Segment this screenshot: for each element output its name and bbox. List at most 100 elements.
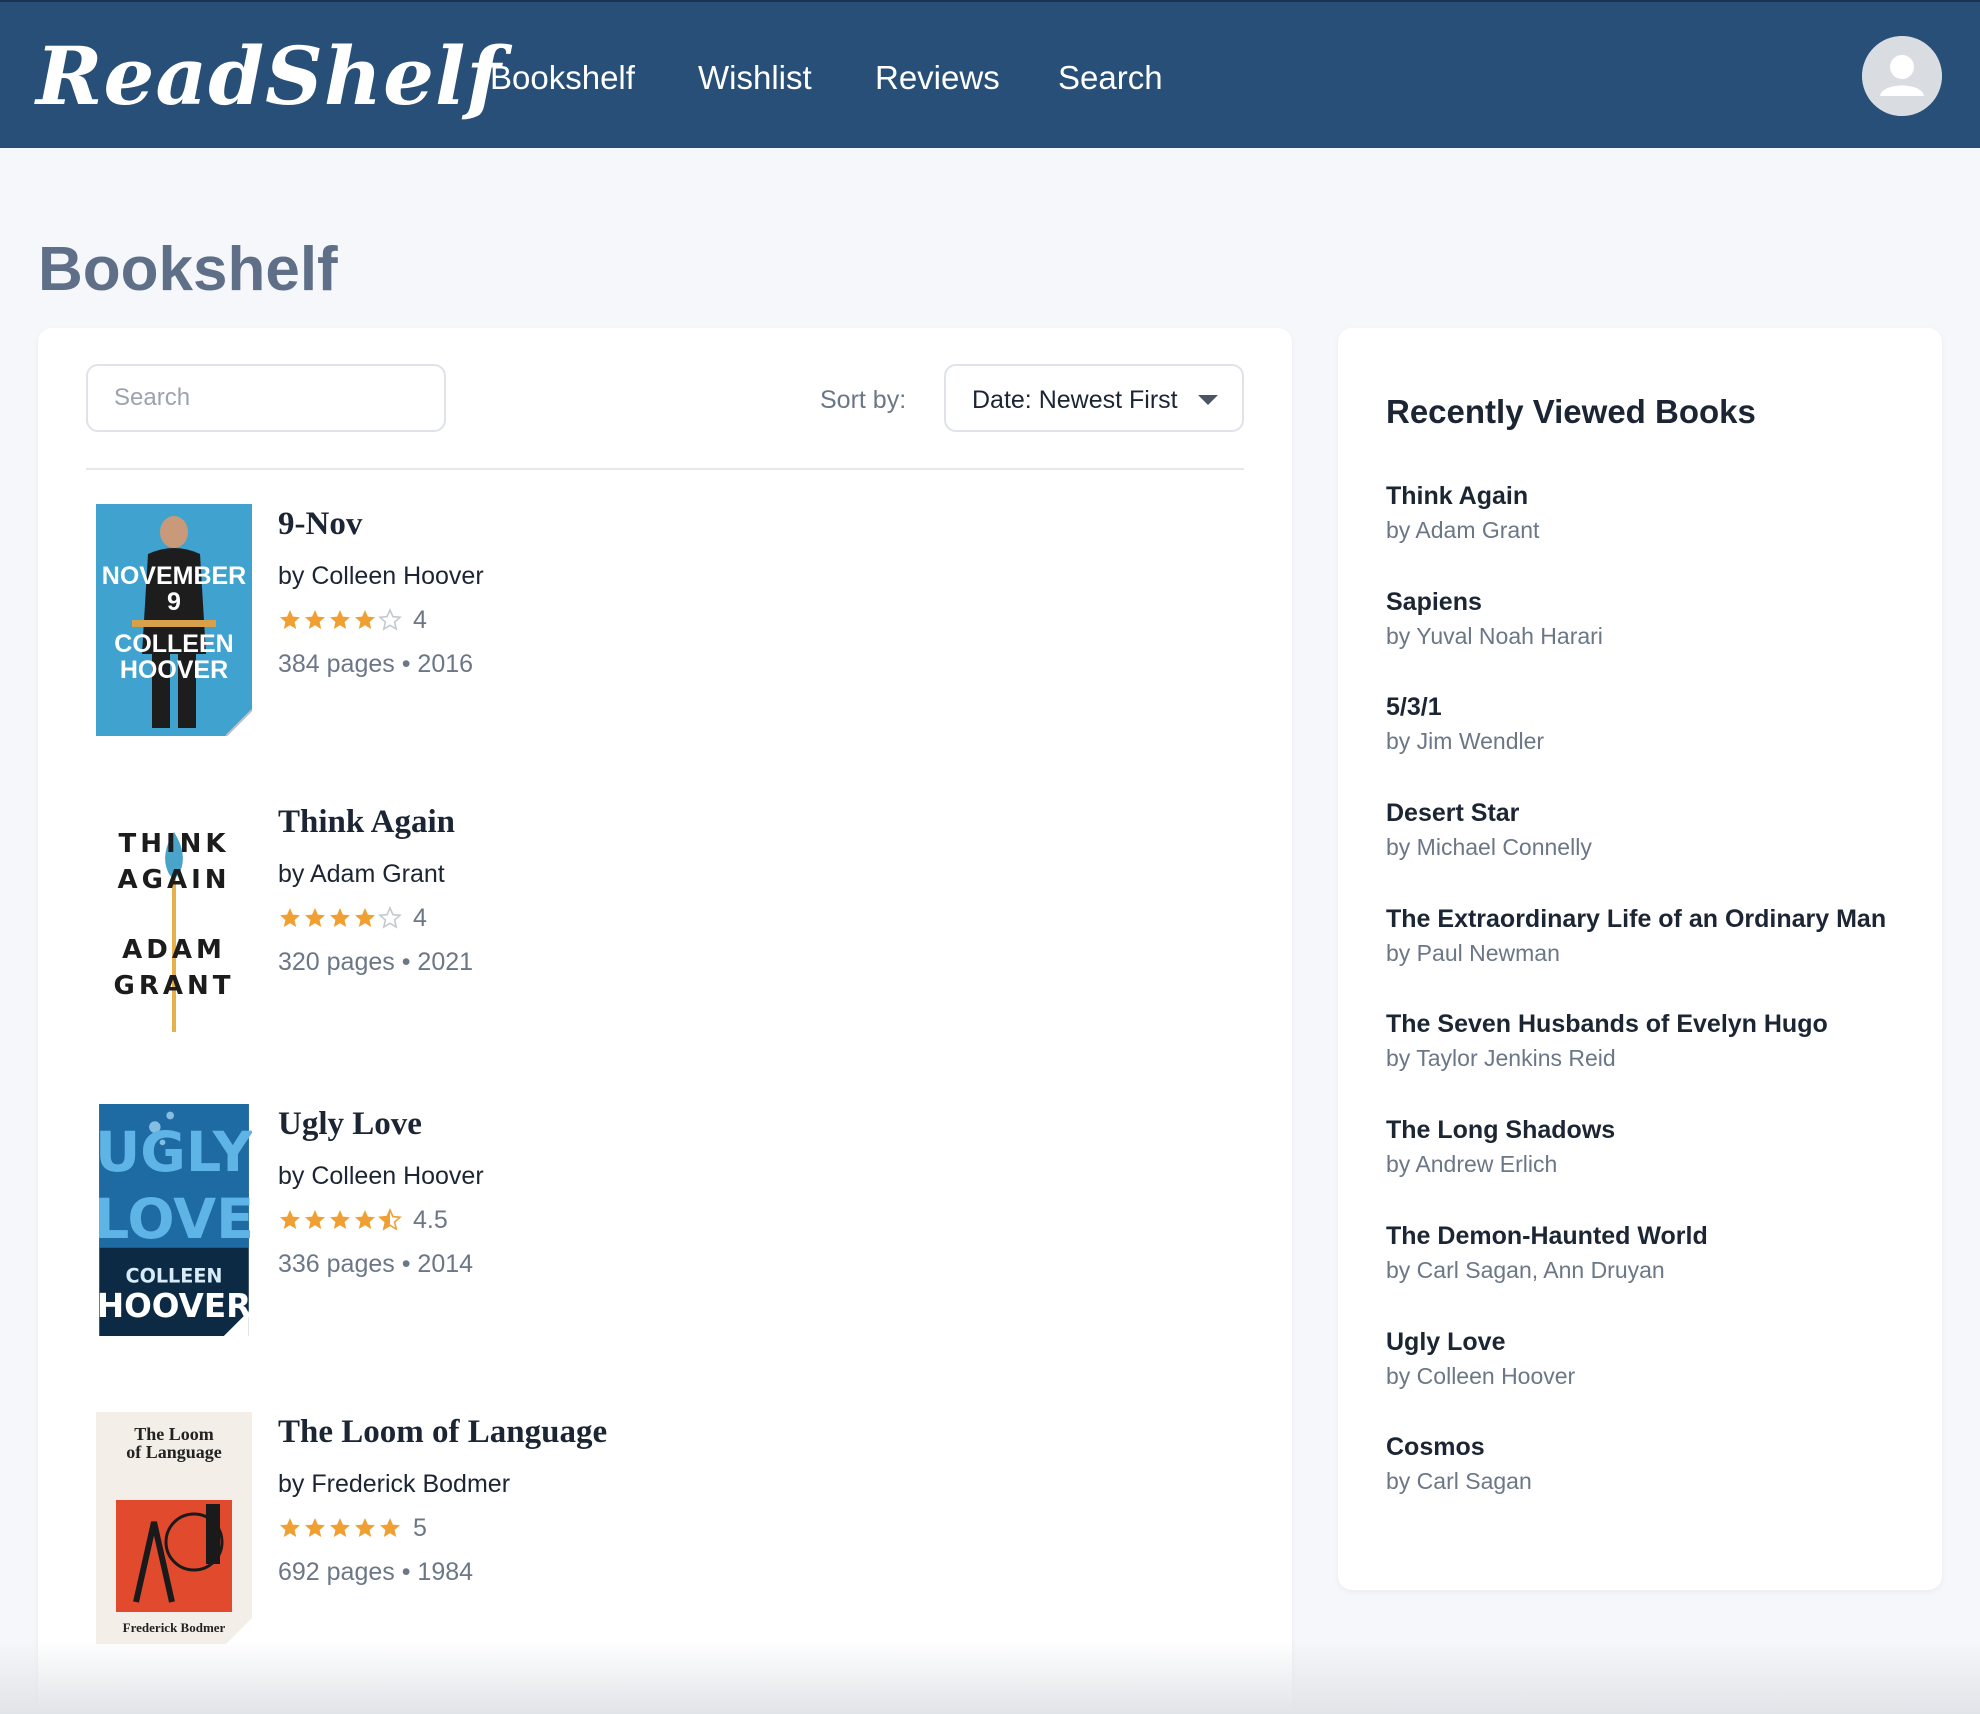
recently-viewed-title: Recently Viewed Books	[1386, 393, 1756, 430]
star-icon	[328, 608, 352, 632]
sort-dropdown[interactable]: Date: Newest First	[944, 364, 1244, 432]
user-avatar-icon[interactable]	[1862, 36, 1942, 116]
book-item[interactable]: The Loom of Language Frederick Bodmer Th…	[96, 1412, 1196, 1652]
cover-author-line: Frederick Bodmer	[123, 1620, 226, 1635]
recent-book-author: by Paul Newman	[1386, 940, 1560, 966]
recent-book-item[interactable]: Ugly Love by Colleen Hoover	[1386, 1326, 1906, 1410]
recent-book-title[interactable]: The Demon-Haunted World	[1386, 1220, 1906, 1252]
book-item[interactable]: UGLY LOVE COLLEEN HOOVER Ugly Love by Co…	[96, 1104, 1196, 1344]
cover-title-line: The Loom	[134, 1424, 214, 1444]
nav-item-search[interactable]: Search	[1058, 58, 1163, 98]
recent-book-title[interactable]: Ugly Love	[1386, 1326, 1906, 1358]
book-title[interactable]: Ugly Love	[278, 1104, 422, 1144]
cover-author-line: ADAM	[122, 935, 226, 965]
divider	[86, 468, 1244, 470]
book-item[interactable]: NOVEMBER 9 COLLEEN HOOVER 9-Nov by Colle…	[96, 504, 1196, 744]
recent-book-author: by Jim Wendler	[1386, 728, 1545, 754]
cover-author-line: HOOVER	[120, 656, 228, 684]
recently-viewed-panel: Recently Viewed Books Think Again by Ada…	[1338, 328, 1942, 1590]
star-icon	[328, 1516, 352, 1540]
star-icon	[378, 1516, 402, 1540]
sort-value: Date: Newest First	[972, 386, 1178, 414]
recent-book-title[interactable]: Sapiens	[1386, 586, 1906, 618]
book-author: by Adam Grant	[278, 860, 445, 888]
top-navigation-bar: ReadShelf Bookshelf Wishlist Reviews Sea…	[0, 0, 1980, 148]
recent-book-item[interactable]: Desert Star by Michael Connelly	[1386, 797, 1906, 881]
book-title[interactable]: Think Again	[278, 802, 455, 842]
recent-book-author: by Taylor Jenkins Reid	[1386, 1045, 1616, 1071]
recent-book-item[interactable]: The Extraordinary Life of an Ordinary Ma…	[1386, 903, 1906, 987]
rating-value: 5	[413, 1514, 427, 1542]
recent-book-title[interactable]: Think Again	[1386, 480, 1906, 512]
recent-book-author: by Michael Connelly	[1386, 834, 1592, 860]
bookshelf-card: Sort by: Date: Newest First NOVEMBER 9 C…	[38, 328, 1292, 1714]
recent-book-item[interactable]: The Demon-Haunted World by Carl Sagan, A…	[1386, 1220, 1906, 1304]
nav-item-reviews[interactable]: Reviews	[875, 58, 1000, 98]
recent-book-title[interactable]: The Long Shadows	[1386, 1114, 1906, 1146]
cover-author-line: GRANT	[114, 971, 235, 1001]
book-cover[interactable]: UGLY LOVE COLLEEN HOOVER	[96, 1104, 252, 1336]
page-title: Bookshelf	[38, 235, 338, 304]
rating-value: 4.5	[413, 1206, 448, 1234]
book-meta: 320 pages • 2021	[278, 948, 474, 976]
star-rating	[278, 608, 403, 632]
star-icon	[303, 1208, 327, 1232]
star-icon	[353, 1516, 377, 1540]
recent-book-item[interactable]: Think Again by Adam Grant	[1386, 480, 1906, 564]
book-author: by Colleen Hoover	[278, 1162, 484, 1190]
recent-book-title[interactable]: The Seven Husbands of Evelyn Hugo	[1386, 1008, 1906, 1040]
book-cover[interactable]: NOVEMBER 9 COLLEEN HOOVER	[96, 504, 252, 736]
recent-book-author: by Carl Sagan	[1386, 1468, 1532, 1494]
recent-book-item[interactable]: The Long Shadows by Andrew Erlich	[1386, 1114, 1906, 1198]
recent-book-item[interactable]: Cosmos by Carl Sagan	[1386, 1431, 1906, 1515]
recent-book-item[interactable]: 5/3/1 by Jim Wendler	[1386, 691, 1906, 775]
cover-title-line: 9	[167, 588, 181, 616]
recent-book-item[interactable]: Sapiens by Yuval Noah Harari	[1386, 586, 1906, 670]
book-title[interactable]: 9-Nov	[278, 504, 362, 544]
star-icon	[378, 608, 402, 632]
cover-title-line: AGAIN	[117, 865, 230, 895]
cover-title-line: UGLY	[96, 1120, 252, 1185]
book-title[interactable]: The Loom of Language	[278, 1412, 607, 1452]
book-meta: 384 pages • 2016	[278, 650, 474, 678]
sort-label: Sort by:	[820, 386, 907, 414]
star-rating	[278, 1516, 403, 1540]
book-author: by Colleen Hoover	[278, 562, 484, 590]
cover-author-line: COLLEEN	[126, 1264, 223, 1287]
app-logo[interactable]: ReadShelf	[36, 28, 502, 124]
book-cover[interactable]: The Loom of Language Frederick Bodmer	[96, 1412, 252, 1644]
star-icon	[278, 1516, 302, 1540]
recent-book-title[interactable]: Desert Star	[1386, 797, 1906, 829]
star-icon	[328, 1208, 352, 1232]
star-icon	[303, 1516, 327, 1540]
star-rating	[278, 906, 403, 930]
star-icon	[303, 906, 327, 930]
star-icon	[353, 608, 377, 632]
cover-title-line: NOVEMBER	[102, 562, 246, 590]
star-icon	[278, 906, 302, 930]
star-icon	[278, 608, 302, 632]
rating-value: 4	[413, 606, 427, 634]
book-author: by Frederick Bodmer	[278, 1470, 511, 1498]
recent-book-item[interactable]: The Seven Husbands of Evelyn Hugo by Tay…	[1386, 1008, 1906, 1092]
recent-book-title[interactable]: The Extraordinary Life of an Ordinary Ma…	[1386, 903, 1906, 935]
recent-book-title[interactable]: 5/3/1	[1386, 691, 1906, 723]
recent-book-title[interactable]: Cosmos	[1386, 1431, 1906, 1463]
recent-book-author: by Carl Sagan, Ann Druyan	[1386, 1257, 1665, 1283]
star-icon	[378, 906, 402, 930]
recent-book-author: by Colleen Hoover	[1386, 1363, 1576, 1389]
recent-book-author: by Yuval Noah Harari	[1386, 623, 1603, 649]
book-cover[interactable]: THINK AGAIN ADAM GRANT	[96, 802, 252, 1034]
star-icon	[353, 1208, 377, 1232]
nav-item-bookshelf[interactable]: Bookshelf	[490, 58, 635, 98]
rating-value: 4	[413, 904, 427, 932]
nav-item-wishlist[interactable]: Wishlist	[698, 58, 812, 98]
star-icon	[303, 608, 327, 632]
book-item[interactable]: THINK AGAIN ADAM GRANT Think Again by Ad…	[96, 802, 1196, 1042]
star-rating	[278, 1208, 403, 1232]
recent-book-author: by Adam Grant	[1386, 517, 1540, 543]
cover-title-line: THINK	[118, 829, 229, 859]
cover-title-line: LOVE	[96, 1187, 252, 1252]
book-rating: 4	[278, 604, 427, 636]
search-input[interactable]	[86, 364, 446, 432]
